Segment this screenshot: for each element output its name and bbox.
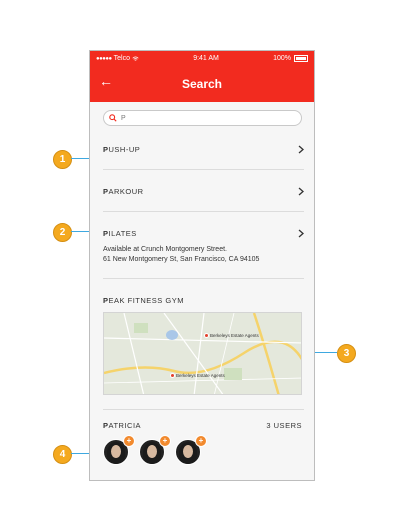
users-header: PATRICIA 3 USERS — [103, 421, 302, 430]
divider — [103, 278, 304, 279]
divider — [103, 211, 304, 212]
callout-3: 3 — [337, 344, 356, 363]
map-pin-icon — [170, 373, 175, 378]
arrow-left-icon[interactable]: ← — [99, 73, 113, 89]
result-push-up[interactable]: PUSH-UP — [103, 145, 304, 154]
location-map[interactable]: Berkeleys Estate Agents Berkeleys Estate… — [103, 312, 302, 395]
place-label: PEAK FITNESS GYM — [103, 296, 184, 305]
result-label: PARKOUR — [103, 187, 144, 196]
users-count: 3 USERS — [266, 421, 302, 430]
signal-icon: ●●●●● — [96, 55, 112, 62]
battery-icon — [294, 55, 308, 62]
chevron-right-icon — [298, 229, 304, 238]
add-user-button[interactable]: + — [123, 435, 135, 447]
wifi-icon — [132, 56, 139, 61]
pilates-venue: Available at Crunch Montgomery Street. — [103, 246, 227, 253]
nav-bar: ← Search — [90, 66, 314, 102]
place-title[interactable]: PEAK FITNESS GYM — [103, 296, 304, 305]
add-user-button[interactable]: + — [159, 435, 171, 447]
map-marker[interactable]: Berkeleys Estate Agents — [170, 373, 225, 378]
pilates-details: Available at Crunch Montgomery Street. 6… — [103, 245, 259, 265]
result-label: PILATES — [103, 229, 137, 238]
search-field[interactable] — [103, 110, 302, 126]
users-label: PATRICIA — [103, 421, 142, 430]
carrier-label: Telco — [113, 55, 130, 62]
add-user-button[interactable]: + — [195, 435, 207, 447]
chevron-right-icon — [298, 145, 304, 154]
divider — [103, 409, 304, 410]
callout-1: 1 — [53, 150, 72, 169]
map-roads — [104, 313, 301, 394]
map-marker[interactable]: Berkeleys Estate Agents — [204, 333, 259, 338]
result-pilates[interactable]: PILATES — [103, 229, 304, 238]
clock-label: 9:41 AM — [193, 55, 219, 62]
status-bar: ●●●●● Telco 9:41 AM 100% — [90, 51, 314, 66]
divider — [103, 169, 304, 170]
search-input[interactable] — [121, 114, 291, 122]
phone-screen: ●●●●● Telco 9:41 AM 100% ← Search PUSH-U… — [89, 50, 315, 481]
search-icon — [109, 114, 117, 122]
page-title: Search — [181, 77, 223, 91]
pilates-address: 61 New Montgomery St, San Francisco, CA … — [103, 256, 260, 263]
callout-2: 2 — [53, 223, 72, 242]
result-parkour[interactable]: PARKOUR — [103, 187, 304, 196]
result-label: PUSH-UP — [103, 145, 141, 154]
callout-4: 4 — [53, 445, 72, 464]
chevron-right-icon — [298, 187, 304, 196]
battery-percent: 100% — [273, 55, 291, 62]
map-pin-icon — [204, 333, 209, 338]
